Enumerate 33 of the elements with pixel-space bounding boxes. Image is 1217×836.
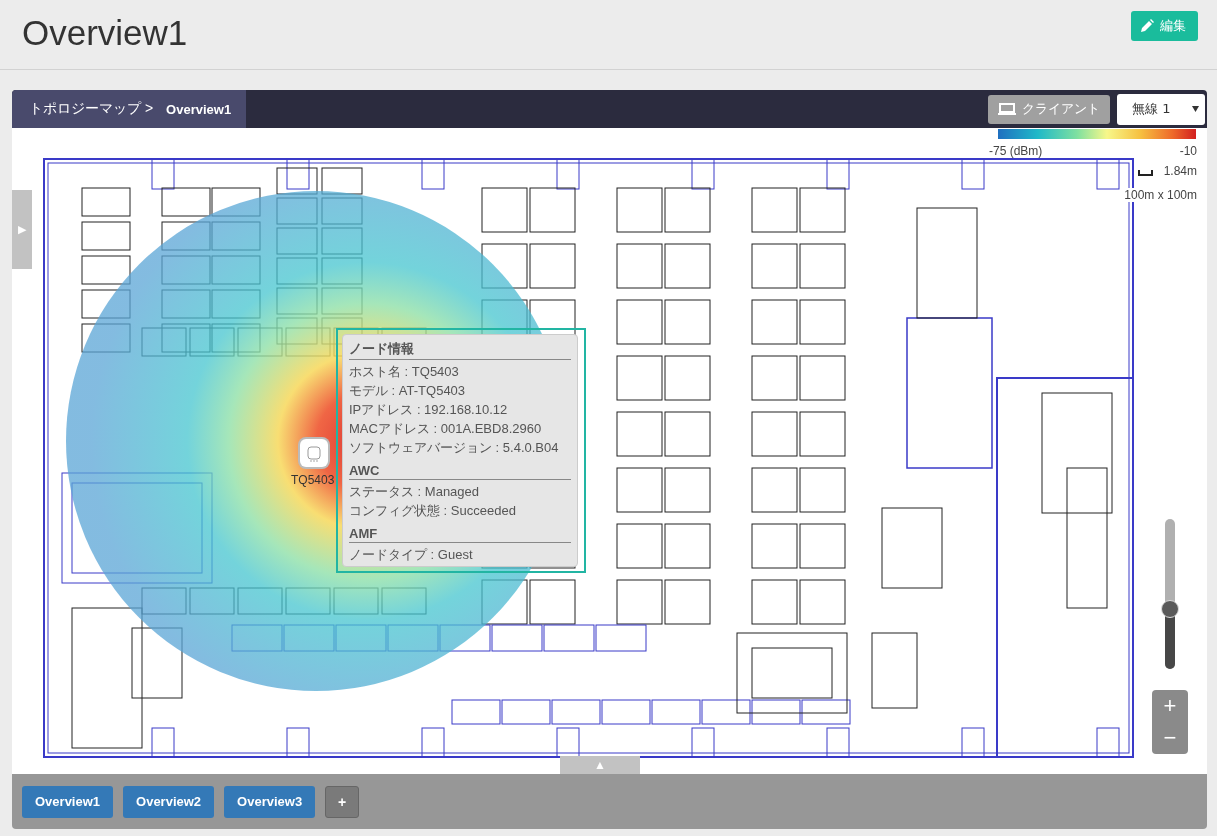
laptop-icon: [998, 103, 1016, 115]
client-button[interactable]: クライアント: [988, 94, 1110, 124]
map-tab[interactable]: Overview3: [224, 785, 316, 818]
tooltip-heading: AWC: [349, 461, 571, 480]
access-point-label: TQ5403: [291, 473, 335, 487]
add-tab-button[interactable]: +: [325, 785, 360, 818]
pencil-icon: [1140, 19, 1154, 33]
tooltip-row-text: ステータス : Managed: [349, 483, 481, 501]
zoom-in-button[interactable]: +: [1152, 690, 1188, 722]
map-tab[interactable]: Overview2: [123, 785, 215, 818]
tooltip-row-text: MACアドレス : 001A.EBD8.2960: [349, 420, 543, 438]
tooltip-heading: ノード情報: [349, 338, 571, 360]
zoom-slider-thumb[interactable]: [1161, 600, 1179, 618]
breadcrumb-current: Overview1: [166, 101, 232, 117]
breadcrumb-link[interactable]: トポロジーマップ >: [29, 100, 154, 118]
tooltip-row-text: ホスト名 : TQ5403: [349, 363, 460, 381]
edit-button[interactable]: 編集: [1131, 11, 1198, 41]
scale-min-label: -75 (dBm): [987, 144, 1045, 158]
map-size-label: 100m x 100m: [1122, 188, 1199, 202]
tooltip-row-text: IPアドレス : 192.168.10.12: [349, 401, 509, 419]
caret-icon: [1192, 106, 1199, 112]
map-tab[interactable]: Overview1: [22, 785, 114, 818]
tooltip-row-text: ソフトウェアバージョン : 5.4.0.B04: [349, 439, 560, 457]
scale-max-label: -10: [1177, 144, 1199, 158]
tooltip-row-text: コンフィグ状態 : Succeeded: [349, 502, 517, 520]
scale-distance-label: 1.84m: [1161, 164, 1199, 178]
tooltip-heading: AMF: [349, 524, 571, 543]
zoom-out-button[interactable]: −: [1152, 722, 1188, 754]
tooltip-row-text: ノードタイプ : Guest: [349, 546, 474, 564]
scale-bar-icon: [1138, 170, 1153, 176]
tooltip-row-text: モデル : AT-TQ5403: [349, 382, 467, 400]
radio-dropdown[interactable]: 無線 1: [1117, 93, 1205, 125]
page-title: Overview1: [22, 12, 188, 53]
